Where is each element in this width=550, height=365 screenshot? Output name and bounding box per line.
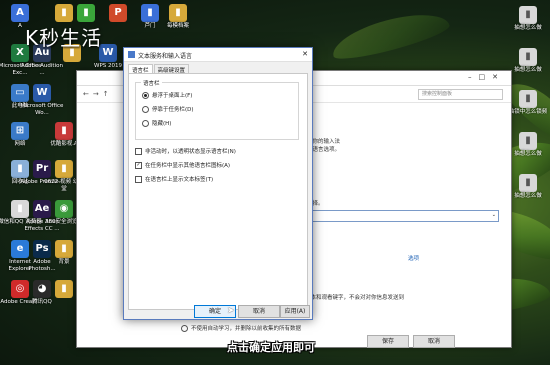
icon-icon: ▮ [77,4,95,22]
footer-radio-button[interactable] [181,325,188,332]
language-bar-group: 语言栏 悬浮于桌面上(F) 停靠于任务栏(D) 隐藏(H) [135,79,299,140]
desktop-icon-label: 抽想怎么做 [514,25,542,31]
desktop-icon[interactable]: ▮ 抽锁中怎么锁频 [506,90,550,116]
dialog-titlebar: 文本服务和输入语言 ✕ [124,48,312,62]
dialog-cancel-button[interactable]: 取消 [238,305,280,318]
apply-button[interactable]: 应用(A) [280,305,310,318]
desktop-icon-label: 抽想怎么做 [514,193,542,199]
window-controls[interactable]: –□✕ [468,73,505,81]
video-watermark: K秒生活 [25,26,103,50]
document-icon: ▮ [519,132,537,150]
cancel-button[interactable]: 取消 [413,335,455,348]
desktop-icon[interactable]: W Microsoft Office Wo... [20,84,64,116]
desktop-icon-label: 抽想怎么做 [514,67,542,73]
nav-back-forward-buttons[interactable]: ←→↑ [83,90,113,98]
a-icon: A [11,4,29,22]
save-button[interactable]: 保存 [367,335,409,348]
icon-icon: P [109,4,127,22]
checkbox-label: 非活动时，以透明状态显示语言栏(N) [145,149,236,155]
mouse-cursor-icon: ➤ [227,306,235,316]
radio-float-desktop[interactable]: 悬浮于桌面上(F) [142,91,192,99]
checkbox[interactable] [135,148,142,155]
360-icon: ◉ [55,200,73,218]
desktop-icon-label: Microsoft Office Wo... [20,103,64,116]
keyboard-icon [128,51,135,58]
radio-button[interactable] [142,92,149,99]
document-icon: ▮ [519,6,537,24]
tab-panel: 语言栏 悬浮于桌面上(F) 停靠于任务栏(D) 隐藏(H) 非活动时，以透明状态… [128,73,308,310]
radio-button[interactable] [142,106,149,113]
desktop-icon-label: 抽锁中怎么锁频 [508,109,548,115]
desktop-icon-label: 抽想怎么做 [514,151,542,157]
desktop-icon-label: 网络 [14,141,26,147]
text-services-dialog: 文本服务和输入语言 ✕ 语言栏 高级键设置 语言栏 悬浮于桌面上(F) 停靠于任务… [123,47,313,320]
video-caption: 点击确定应用即可 [227,341,315,354]
desktop-icon[interactable]: ▮ 每模档案 [156,4,200,30]
document-icon: ▮ [519,90,537,108]
radio-button[interactable] [142,120,149,127]
wallpaper-frond [328,4,452,66]
group-title: 语言栏 [141,79,162,87]
footer-radio-label: 不使用自动学习，并删除以前收集的所有数据 [191,326,302,332]
footer-radio[interactable]: 不使用自动学习，并删除以前收集的所有数据 [181,324,301,332]
document-icon: ▮ [519,48,537,66]
checkbox-transparent[interactable]: 非活动时，以透明状态显示语言栏(N) [135,147,236,155]
control-panel-search-input[interactable]: 搜索控制面板 [418,89,503,100]
checkbox[interactable]: ✓ [135,162,142,169]
dialog-tabs: 语言栏 高级键设置 [128,64,190,75]
checkbox-text-labels[interactable]: 在语言栏上显示文本标签(T) [135,175,213,183]
panel-options-link[interactable]: 选项 [408,254,419,262]
desktop-icon[interactable]: ⊞ 网络 [0,122,42,148]
icon-icon: ▮ [55,240,73,258]
icon-icon: ▮ [169,4,187,22]
desktop-icon-label: Adobe Audition ... [21,63,63,76]
desktop-icon-label: 每模档案 [166,23,189,29]
radio-label: 悬浮于桌面上(F) [152,93,193,99]
icon-icon: ▮ [55,280,73,298]
checkbox[interactable] [135,176,142,183]
icon-icon: ⊞ [11,122,29,140]
desktop-icon[interactable]: ▮ 抽想怎么做 [506,174,550,200]
desktop-icon[interactable]: ▮ 抽想怎么做 [506,48,550,74]
desktop-icon[interactable]: ▮ 抽想怎么做 [506,6,550,32]
radio-label: 停靠于任务栏(D) [152,107,194,113]
close-icon[interactable]: ✕ [302,50,308,58]
radio-label: 隐藏(H) [152,121,172,127]
desktop-icon-label: 腾讯QQ [32,299,52,305]
microsoft-office-wo-icon: W [33,84,51,102]
checkbox-taskbar-icons[interactable]: ✓ 在任务栏中显示其他语言栏图标(A) [135,161,230,169]
panel-dropdown[interactable]: ⌄ [297,210,499,222]
dialog-title: 文本服务和输入语言 [138,53,193,60]
0622-icon: ▮ [55,160,73,178]
panel-text: 文本和观看键字，不会对对你信息发送到 [305,295,405,301]
checkbox-label: 在语言栏上显示文本标签(T) [145,177,214,183]
desktop-icon[interactable]: ▮ 抽想怎么做 [506,132,550,158]
checkbox-label: 在任务栏中显示其他语言栏图标(A) [145,163,231,169]
document-icon: ▮ [519,174,537,192]
radio-dock-taskbar[interactable]: 停靠于任务栏(D) [142,105,194,113]
radio-hidden[interactable]: 隐藏(H) [142,119,171,127]
